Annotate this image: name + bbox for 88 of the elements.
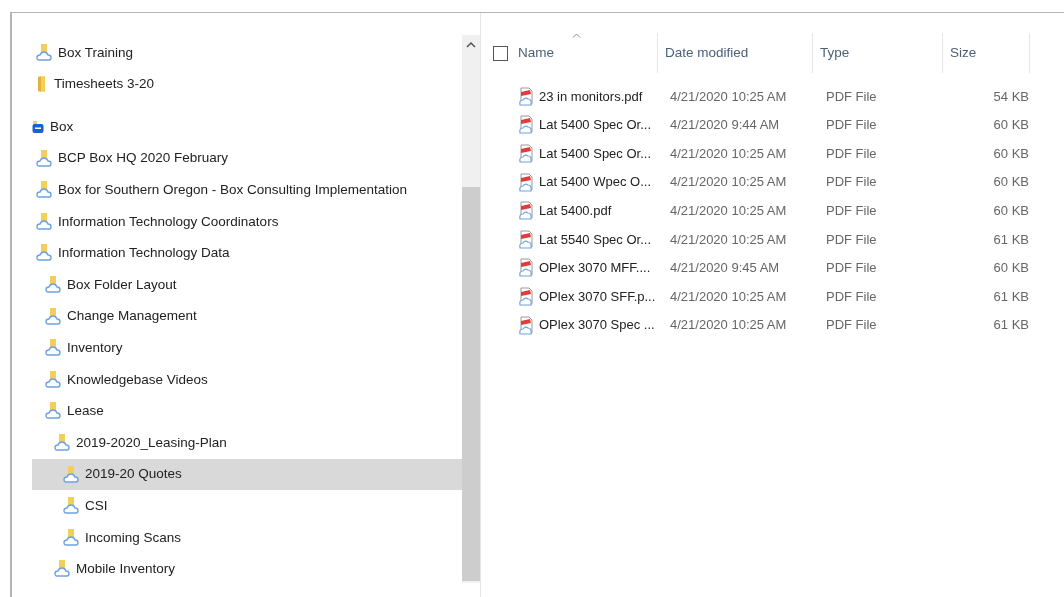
folder-tree-item[interactable]: BCP Box HQ 2020 February [32, 142, 462, 175]
pdf-file-icon [518, 315, 534, 335]
table-cell-text: PDF File [825, 259, 878, 278]
file-name[interactable]: Lat 5540 Spec Or... [539, 229, 664, 249]
table-cell-text: 4/21/2020 10:25 AM [669, 87, 788, 106]
pdf-file-icon [518, 258, 534, 278]
table-cell-text: 61 KB [992, 287, 1029, 306]
folder-tree-item[interactable]: Mobile Inventory [32, 553, 462, 586]
pdf-file-icon [518, 144, 534, 163]
cloud-folder-icon [36, 148, 52, 169]
scrollbar[interactable] [462, 35, 480, 583]
cloud-folder-icon [36, 243, 52, 264]
table-cell-text: PDF File [825, 87, 878, 106]
box-icon [32, 120, 44, 134]
folder-tree-item[interactable]: 2019-2020_Leasing-Plan [32, 427, 462, 459]
folder-tree-item[interactable]: Box Training [32, 37, 462, 69]
table-cell-text: 4/21/2020 10:25 AM [669, 201, 788, 220]
sort-caret-icon [572, 33, 581, 38]
cloud-folder-icon [45, 401, 61, 422]
table-cell-text: 61 KB [992, 316, 1029, 335]
folder-tree-item[interactable]: Knowledgebase Videos [32, 363, 462, 396]
scroll-up-icon[interactable] [466, 41, 476, 48]
folder-tree-item[interactable]: Lease [32, 395, 462, 428]
table-cell-text: 60 KB [992, 116, 1029, 135]
table-cell-text: 4/21/2020 10:25 AM [669, 316, 788, 335]
table-cell-text: PDF File [825, 116, 878, 135]
folder-tree-item[interactable]: Information Technology Data [32, 237, 462, 270]
table-cell-text: 60 KB [992, 144, 1029, 163]
cloud-folder-icon [45, 338, 61, 359]
cloud-folder-icon [45, 306, 61, 327]
cloud-folder-icon [36, 211, 52, 232]
table-cell-text: 60 KB [992, 259, 1029, 278]
file-name[interactable]: Lat 5400 Spec Or... [539, 115, 664, 135]
table-cell-text: PDF File [825, 173, 878, 192]
file-name[interactable]: Lat 5400 Spec Or... [539, 143, 664, 164]
folder-tree-item[interactable]: Box for Southern Oregon - Box Consulting Implementation [32, 174, 462, 206]
file-name[interactable]: 23 in monitors.pdf [539, 86, 664, 107]
table-cell-text: 4/21/2020 10:25 AM [669, 287, 788, 306]
file-name[interactable]: OPlex 3070 MFF.... [539, 258, 664, 278]
cloud-folder-icon [36, 180, 52, 201]
table-cell-text: 61 KB [992, 230, 1029, 249]
cloud-folder-icon [45, 274, 61, 295]
table-cell-text: 60 KB [992, 173, 1029, 192]
select-all-checkbox[interactable] [493, 45, 508, 61]
pdf-file-icon [518, 115, 534, 135]
cloud-folder-icon [54, 432, 70, 453]
table-cell-text: 4/21/2020 10:25 AM [669, 173, 788, 192]
table-cell-text: 60 KB [992, 201, 1029, 220]
table-cell-text: PDF File [825, 287, 878, 306]
folder-tree-item[interactable]: Information Technology Coordinators [32, 205, 462, 238]
column-header[interactable]: Type [813, 33, 943, 73]
folder-tree-item[interactable]: Incoming Scans [32, 521, 462, 554]
table-cell-text: PDF File [825, 201, 878, 220]
file-name[interactable]: Lat 5400 Wpec O... [539, 172, 664, 192]
file-name[interactable]: Lat 5400.pdf [539, 200, 664, 221]
folder-tree-item[interactable]: Box [32, 111, 462, 143]
cloud-folder-icon [63, 527, 79, 548]
pdf-file-icon [518, 286, 534, 306]
folder-icon [36, 75, 48, 94]
pdf-file-icon [518, 229, 534, 249]
table-cell-text: PDF File [825, 230, 878, 249]
cloud-folder-icon [63, 496, 79, 517]
folder-tree-item[interactable]: Change Management [32, 300, 462, 333]
cloud-folder-icon [36, 42, 52, 63]
folder-tree-item[interactable]: 2019-20 Quotes [32, 458, 462, 491]
pdf-file-icon [518, 201, 534, 221]
folder-tree-item[interactable]: Inventory [32, 332, 462, 364]
folder-tree-item[interactable]: Timesheets 3-20 [32, 68, 462, 101]
table-cell-text: PDF File [825, 144, 878, 163]
column-header[interactable]: Name [518, 33, 658, 73]
pdf-file-icon [518, 172, 534, 192]
cloud-folder-icon [54, 559, 70, 580]
column-header[interactable]: Date modified [658, 33, 813, 73]
pdf-file-icon [518, 86, 534, 106]
folder-tree-item[interactable]: Box Folder Layout [32, 269, 462, 301]
table-cell-text: 4/21/2020 9:45 AM [669, 259, 781, 278]
folder-tree-item[interactable]: CSI [32, 490, 462, 522]
table-cell-text: 4/21/2020 10:25 AM [669, 144, 788, 163]
table-cell-text: 54 KB [992, 87, 1029, 106]
table-cell-text: 4/21/2020 9:44 AM [669, 116, 781, 135]
cloud-folder-icon [45, 369, 61, 390]
file-name[interactable]: OPlex 3070 SFF.p... [539, 286, 664, 307]
table-cell-text: 4/21/2020 10:25 AM [669, 230, 788, 249]
scrollbar-thumb[interactable] [462, 187, 480, 581]
file-name[interactable]: OPlex 3070 Spec ... [539, 315, 664, 335]
column-header[interactable]: Size [943, 33, 1030, 73]
cloud-folder-icon [63, 464, 79, 485]
table-cell-text: PDF File [825, 316, 878, 335]
